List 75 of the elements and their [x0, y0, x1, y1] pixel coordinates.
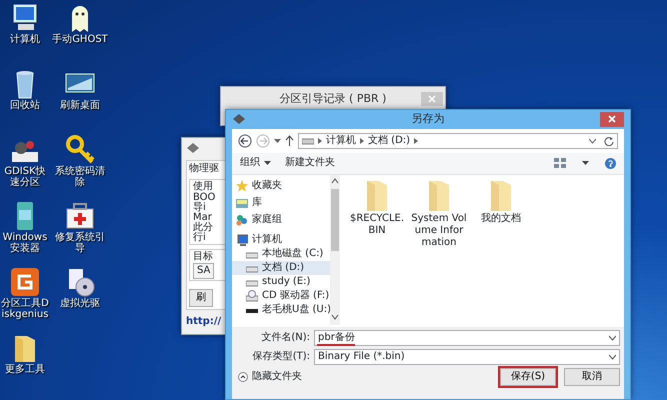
dropdown-caret-icon[interactable] [589, 138, 596, 144]
computer-icon [236, 234, 248, 246]
chevron-icon [414, 138, 418, 144]
window-title: 另存为 [412, 111, 444, 128]
target-field[interactable]: SA [193, 263, 214, 279]
letter-g-logo-icon[interactable] [9, 266, 41, 298]
window-title: 分区引导记录 ( PBR ) [280, 90, 386, 107]
app-icon [232, 113, 246, 126]
nav-item[interactable]: CD 驱动器 (F:) [232, 288, 330, 303]
desktop-icon-label[interactable]: 回收站 [0, 100, 50, 111]
dropdown-caret-icon [264, 160, 271, 166]
cd-drive-icon [246, 290, 258, 302]
nav-item[interactable]: 计算机 [232, 232, 330, 247]
refresh-button[interactable]: 刷 [189, 289, 213, 307]
nav-item[interactable]: 本地磁盘 (C:) [232, 246, 330, 261]
tab-label[interactable]: 物理驱 [189, 163, 219, 175]
filename-field[interactable]: pbr备份 [314, 330, 620, 346]
description-text: 行i [193, 233, 207, 243]
target-label: 目标 [193, 251, 214, 263]
organize-menu[interactable]: 组织 [240, 157, 271, 170]
desktop-icon-label[interactable]: 计算机 [0, 34, 50, 45]
library-icon [236, 196, 248, 209]
dropdown-caret-icon [609, 334, 616, 341]
file-name[interactable]: 我的文档 [473, 212, 529, 225]
up-arrow-icon[interactable] [285, 134, 294, 147]
nav-item[interactable]: 文档 (D:) [232, 260, 330, 275]
address-bar[interactable]: 计算机 文档 (D:) [298, 132, 618, 149]
chevron-icon [318, 138, 322, 144]
desktop-icon-label[interactable]: Windows安装器 [0, 232, 50, 254]
close-button[interactable] [600, 112, 624, 127]
dropdown-caret-icon [609, 354, 616, 360]
field-label: 文件名(N): [260, 332, 310, 344]
nav-item[interactable]: 家庭组 [232, 212, 330, 227]
breadcrumb-item[interactable]: 计算机 [326, 134, 356, 147]
chevron-icon [360, 138, 364, 144]
app-icon [186, 142, 200, 154]
file-type-dropdown[interactable]: Binary File (*.bin) [314, 348, 620, 365]
desktop-icon-label[interactable]: 系统密码清除 [52, 166, 108, 188]
file-name[interactable]: $RECYCLE.BIN [349, 212, 405, 237]
help-icon[interactable] [605, 158, 616, 169]
drive-icon [302, 136, 314, 145]
description-text: 导i [193, 203, 206, 213]
desktop-icon-label[interactable]: GDISK快速分区 [0, 166, 50, 188]
chevron-up-icon [238, 372, 248, 382]
view-options-icon[interactable] [554, 158, 566, 168]
field-label: 保存类型(T): [252, 350, 310, 363]
homegroup-icon [236, 214, 248, 226]
link[interactable]: http:// [186, 316, 222, 328]
description-text: Mar [193, 213, 212, 223]
desktop-icon-label[interactable]: 修复系统引导 [52, 232, 108, 254]
new-folder-button[interactable]: 新建文件夹 [285, 157, 335, 170]
desktop-icon-label[interactable]: 手动GHOST [52, 34, 108, 45]
hide-folders-toggle[interactable]: 隐藏文件夹 [238, 370, 302, 383]
desktop-icon-label[interactable]: 虚拟光驱 [52, 298, 108, 309]
dropdown-caret-icon[interactable] [274, 138, 281, 144]
scrollbar[interactable] [330, 174, 340, 325]
back-icon[interactable] [238, 134, 252, 148]
desktop-icon-label[interactable]: 分区工具Diskgenius [0, 298, 50, 320]
nav-item[interactable]: 库 [232, 196, 330, 210]
key-icon[interactable] [64, 134, 96, 166]
desktop-icon-label[interactable]: 更多工具 [0, 364, 50, 375]
refresh-icon[interactable] [604, 136, 614, 146]
dropdown-caret-icon[interactable] [582, 160, 589, 166]
desktop-icon-label[interactable]: 刷新桌面 [52, 100, 108, 111]
group-label: 使用 [193, 181, 214, 192]
nav-item[interactable]: study (E:) [232, 274, 330, 289]
description-text: 此分 [193, 223, 214, 233]
description-text: BOO [193, 193, 216, 203]
star-icon [236, 180, 248, 192]
dialog-button[interactable]: 取消 [564, 368, 620, 386]
nav-item[interactable]: 老毛桃U盘 (U:) [232, 302, 330, 317]
nav-item[interactable]: 收藏夹 [232, 178, 330, 193]
breadcrumb-item[interactable]: 文档 (D:) [368, 134, 410, 147]
file-name[interactable]: System Volume Information [411, 212, 467, 249]
dialog-button[interactable]: 保存(S) [500, 368, 556, 386]
